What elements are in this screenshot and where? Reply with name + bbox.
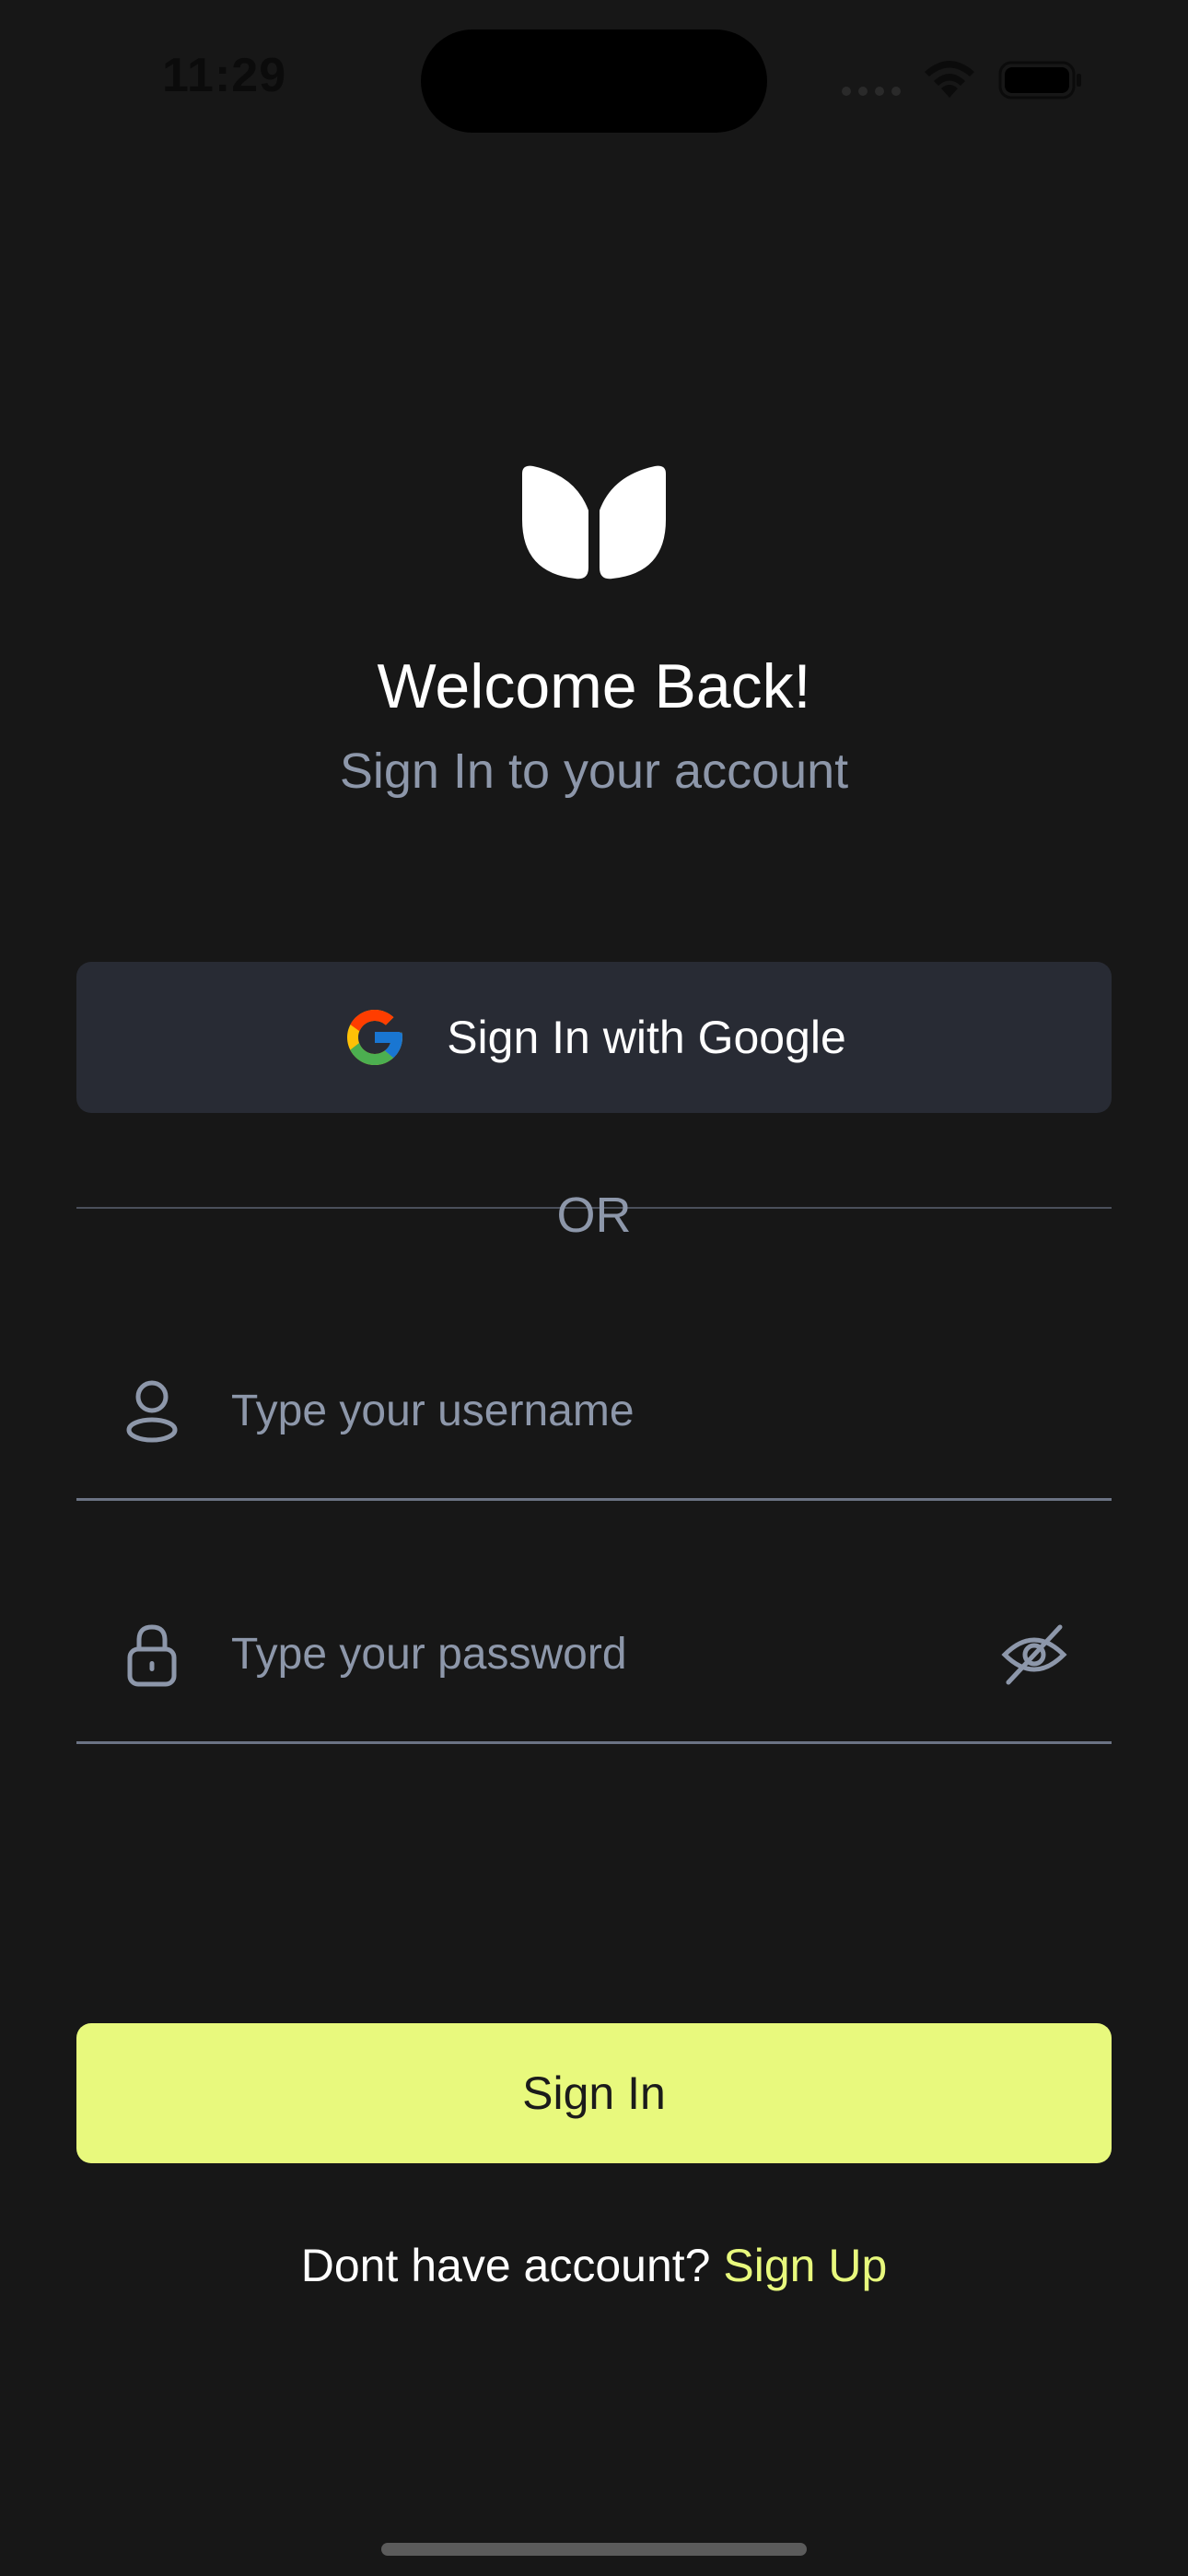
signup-prompt: Dont have account? bbox=[300, 2240, 711, 2291]
user-icon bbox=[126, 1380, 178, 1443]
signup-link[interactable]: Sign Up bbox=[723, 2240, 887, 2291]
home-indicator[interactable] bbox=[381, 2543, 807, 2556]
username-input[interactable] bbox=[229, 1373, 970, 1448]
google-icon bbox=[347, 1010, 403, 1065]
app-logo bbox=[522, 465, 666, 580]
eye-off-icon[interactable] bbox=[999, 1622, 1069, 1688]
divider-or-label: OR bbox=[556, 1188, 632, 1243]
lock-icon bbox=[127, 1624, 177, 1687]
google-signin-button[interactable]: Sign In with Google bbox=[76, 962, 1112, 1113]
page-subtitle: Sign In to your account bbox=[339, 744, 849, 799]
password-input[interactable] bbox=[229, 1616, 970, 1692]
signin-button[interactable]: Sign In bbox=[76, 2023, 1112, 2163]
google-signin-label: Sign In with Google bbox=[447, 1012, 846, 1063]
page-title: Welcome Back! bbox=[377, 651, 811, 721]
dynamic-island bbox=[421, 29, 767, 133]
wifi-icon bbox=[925, 61, 974, 98]
signup-row: Dont have account? Sign Up bbox=[0, 2239, 1188, 2292]
signal-icon bbox=[842, 87, 901, 96]
username-field bbox=[76, 1360, 1112, 1501]
battery-icon bbox=[998, 61, 1081, 100]
status-time: 11:29 bbox=[162, 49, 287, 102]
password-field bbox=[76, 1603, 1112, 1744]
